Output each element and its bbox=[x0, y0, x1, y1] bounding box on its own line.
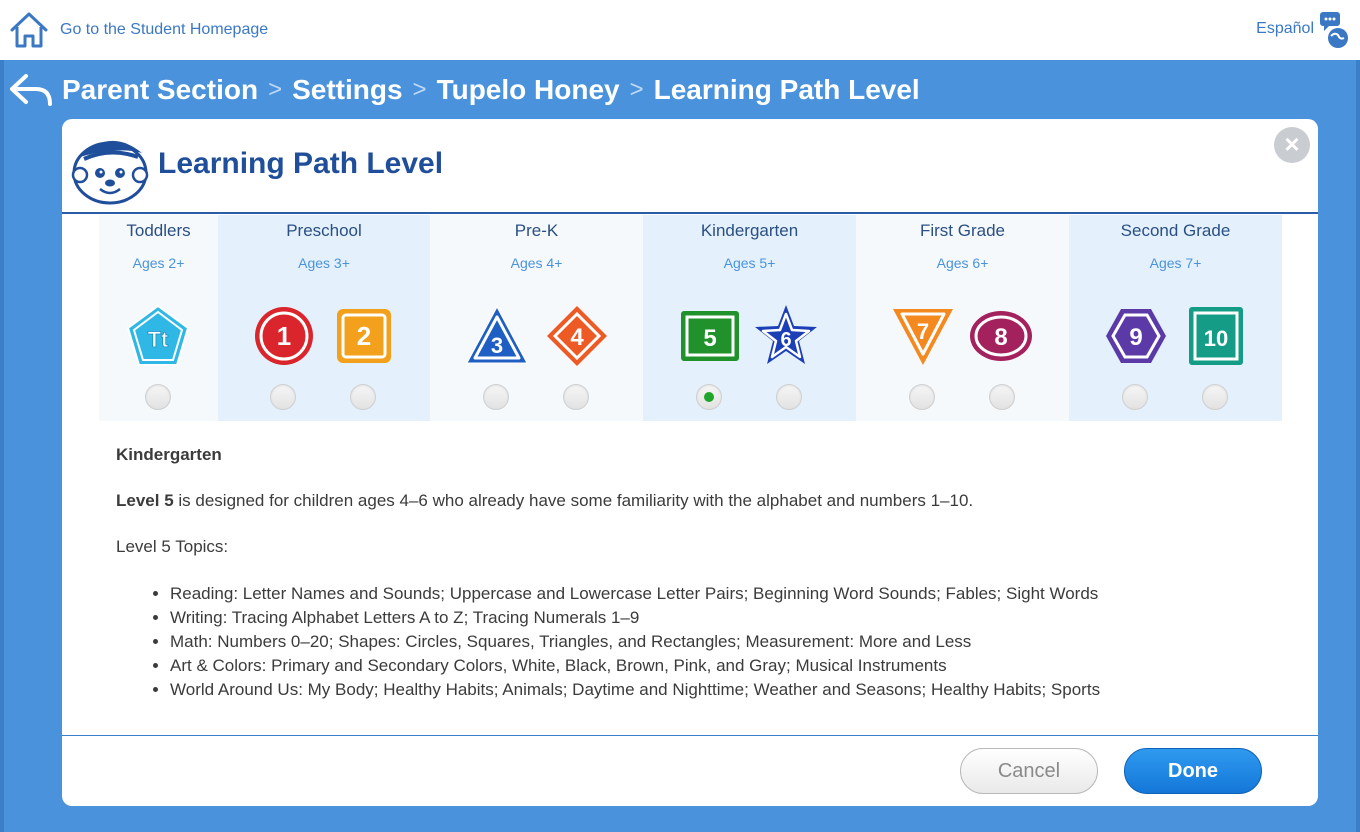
level-label: 3 bbox=[491, 333, 503, 358]
topic-item: Reading: Letter Names and Sounds; Upperc… bbox=[170, 583, 1266, 604]
group-ages: Ages 6+ bbox=[936, 255, 989, 271]
level-10-rectangle-icon[interactable]: 10 bbox=[1183, 303, 1249, 369]
level-label: 4 bbox=[570, 324, 584, 351]
breadcrumb-separator: > bbox=[412, 76, 427, 103]
description-title: Kindergarten bbox=[116, 445, 222, 464]
level-label: 2 bbox=[357, 321, 371, 351]
level-1-circle-icon[interactable]: 1 bbox=[251, 303, 317, 369]
top-bar: Go to the Student Homepage Español bbox=[0, 0, 1360, 60]
level-5-square-icon[interactable]: 5 bbox=[677, 303, 743, 369]
level-radio-3[interactable] bbox=[483, 384, 509, 410]
level-label: 7 bbox=[917, 319, 929, 344]
breadcrumb-separator: > bbox=[268, 76, 283, 103]
language-toggle[interactable]: Español bbox=[1256, 20, 1314, 38]
close-button[interactable]: × bbox=[1274, 127, 1310, 163]
radio-selected-dot bbox=[704, 392, 714, 402]
modal-header: Learning Path Level × bbox=[62, 119, 1318, 214]
topic-item: Math: Numbers 0–20; Shapes: Circles, Squ… bbox=[170, 631, 1266, 652]
breadcrumb-profile[interactable]: Tupelo Honey bbox=[437, 74, 620, 106]
student-homepage-link[interactable]: Go to the Student Homepage bbox=[8, 10, 268, 50]
level-label: 9 bbox=[1129, 324, 1142, 351]
student-homepage-label: Go to the Student Homepage bbox=[60, 21, 269, 38]
level-tt-pentagon-icon[interactable]: Tt bbox=[125, 303, 191, 369]
level-label: Tt bbox=[148, 327, 169, 352]
breadcrumb-current: Learning Path Level bbox=[653, 74, 920, 105]
level-radio-2[interactable] bbox=[350, 384, 376, 410]
group-name: Toddlers bbox=[126, 221, 191, 240]
description-level-text: is designed for children ages 4–6 who al… bbox=[173, 491, 974, 510]
level-7-inverted-triangle-icon[interactable]: 7 bbox=[890, 303, 956, 369]
level-label: 5 bbox=[703, 325, 716, 352]
description-summary: Level 5 is designed for children ages 4–… bbox=[116, 491, 1266, 511]
level-label: 1 bbox=[277, 321, 291, 351]
modal-title: Learning Path Level bbox=[158, 147, 444, 180]
topics-label: Level 5 Topics: bbox=[116, 537, 229, 556]
topic-item: Art & Colors: Primary and Secondary Colo… bbox=[170, 655, 1266, 676]
level-label: 10 bbox=[1204, 326, 1228, 351]
level-radio-7[interactable] bbox=[909, 384, 935, 410]
level-selector: Toddlers Ages 2+ Tt Preschool Ages 3+ 1 … bbox=[99, 215, 1282, 421]
breadcrumb-separator: > bbox=[629, 76, 644, 103]
group-name: Kindergarten bbox=[700, 221, 799, 240]
level-radio-8[interactable] bbox=[989, 384, 1015, 410]
topics-list: Reading: Letter Names and Sounds; Upperc… bbox=[170, 583, 1266, 700]
level-description: Kindergarten Level 5 is designed for chi… bbox=[116, 445, 1266, 703]
language-globe-icon[interactable] bbox=[1318, 10, 1350, 50]
modal-footer: Cancel Done bbox=[62, 735, 1318, 806]
group-pre-k: Pre-K Ages 4+ 3 4 bbox=[430, 215, 643, 421]
level-4-diamond-icon[interactable]: 4 bbox=[544, 303, 610, 369]
level-radio-4[interactable] bbox=[563, 384, 589, 410]
level-8-oval-icon[interactable]: 8 bbox=[968, 303, 1034, 369]
group-name: Pre-K bbox=[514, 221, 559, 240]
group-kindergarten: Kindergarten Ages 5+ 5 6 bbox=[643, 215, 856, 421]
topic-item: Writing: Tracing Alphabet Letters A to Z… bbox=[170, 607, 1266, 628]
group-toddlers: Toddlers Ages 2+ Tt bbox=[99, 215, 218, 421]
level-3-triangle-icon[interactable]: 3 bbox=[464, 303, 530, 369]
topic-item: World Around Us: My Body; Healthy Habits… bbox=[170, 679, 1266, 700]
group-ages: Ages 5+ bbox=[723, 255, 776, 271]
group-first-grade: First Grade Ages 6+ 7 8 bbox=[856, 215, 1069, 421]
level-label: 8 bbox=[994, 324, 1007, 351]
group-ages: Ages 2+ bbox=[132, 255, 185, 271]
home-icon bbox=[10, 12, 48, 48]
breadcrumb-parent-section[interactable]: Parent Section bbox=[62, 74, 258, 106]
close-icon: × bbox=[1284, 129, 1300, 159]
back-arrow-icon[interactable] bbox=[8, 70, 54, 110]
level-9-hexagon-icon[interactable]: 9 bbox=[1103, 303, 1169, 369]
group-ages: Ages 7+ bbox=[1149, 255, 1202, 271]
learning-path-modal: Learning Path Level × Toddlers Ages 2+ T… bbox=[62, 119, 1318, 806]
group-name: First Grade bbox=[919, 221, 1006, 240]
level-radio-5[interactable] bbox=[696, 384, 722, 410]
level-2-square-icon[interactable]: 2 bbox=[331, 303, 397, 369]
cancel-button[interactable]: Cancel bbox=[960, 748, 1098, 794]
level-radio-9[interactable] bbox=[1122, 384, 1148, 410]
level-6-star-icon[interactable]: 6 bbox=[753, 303, 819, 369]
done-button[interactable]: Done bbox=[1124, 748, 1262, 794]
group-ages: Ages 4+ bbox=[510, 255, 563, 271]
breadcrumb-settings[interactable]: Settings bbox=[292, 74, 402, 106]
group-name: Preschool bbox=[286, 221, 362, 240]
level-radio-10[interactable] bbox=[1202, 384, 1228, 410]
breadcrumb: Parent Section > Settings > Tupelo Honey… bbox=[8, 68, 920, 112]
level-label: 6 bbox=[780, 329, 791, 351]
level-radio-6[interactable] bbox=[776, 384, 802, 410]
level-radio-1[interactable] bbox=[270, 384, 296, 410]
description-level-name: Level 5 bbox=[116, 491, 174, 510]
level-radio-tt[interactable] bbox=[145, 384, 171, 410]
group-preschool: Preschool Ages 3+ 1 2 bbox=[218, 215, 430, 421]
group-ages: Ages 3+ bbox=[298, 255, 350, 271]
group-second-grade: Second Grade Ages 7+ 9 10 bbox=[1069, 215, 1282, 421]
mascot-logo-icon bbox=[71, 140, 149, 205]
group-name: Second Grade bbox=[1120, 221, 1231, 240]
